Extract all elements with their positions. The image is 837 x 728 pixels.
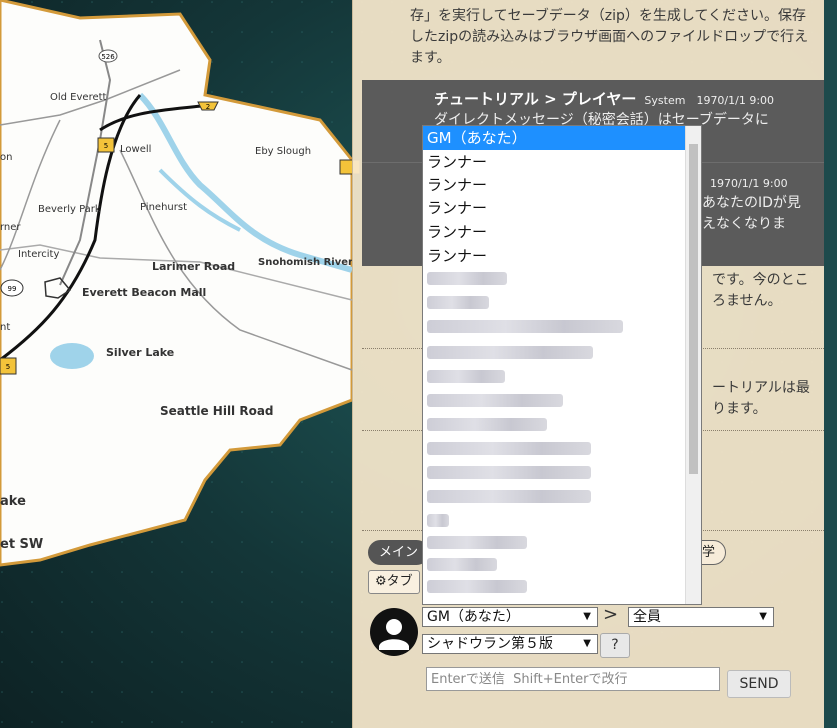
chevron-down-icon: ▼ bbox=[759, 611, 767, 622]
game-system-select[interactable]: シャドウラン第５版 ▼ bbox=[422, 634, 598, 654]
map-label: Intercity bbox=[18, 249, 59, 260]
chevron-down-icon: ▼ bbox=[583, 611, 591, 622]
game-system-select-value: シャドウラン第５版 bbox=[427, 636, 553, 652]
map-label: Eby Slough bbox=[255, 146, 311, 157]
message-time: 1970/1/1 9:00 bbox=[710, 177, 788, 190]
route-shield: 99 bbox=[8, 285, 17, 293]
map-label: Pinehurst bbox=[140, 202, 187, 213]
map-label: rner bbox=[0, 222, 21, 233]
chat-input[interactable] bbox=[426, 667, 720, 691]
sender-select[interactable]: GM（あなた） ▼ bbox=[422, 607, 598, 627]
tab-settings-label: タブ bbox=[386, 574, 413, 589]
redacted-option[interactable] bbox=[427, 466, 591, 479]
gear-icon: ⚙ bbox=[375, 574, 387, 589]
message-meta: 1970/1/1 9:00 bbox=[702, 173, 788, 191]
dropdown-option[interactable]: GM（あなた） bbox=[423, 126, 687, 150]
map-label: Silver Lake bbox=[106, 346, 174, 359]
redacted-option[interactable] bbox=[427, 514, 449, 527]
route-shield: 5 bbox=[6, 363, 10, 371]
redacted-option[interactable] bbox=[427, 370, 505, 383]
message-body: あなたのIDが見えなくなりま bbox=[702, 195, 801, 232]
dropdown-option[interactable]: ランナー bbox=[423, 173, 687, 197]
redacted-option[interactable] bbox=[427, 536, 527, 549]
map-label: ake bbox=[0, 494, 26, 509]
redacted-option[interactable] bbox=[427, 296, 489, 309]
chat-message: 存」を実行してセーブデータ（zip）を生成してください。保存したzipの読み込み… bbox=[410, 8, 809, 66]
avatar[interactable] bbox=[370, 608, 418, 656]
sender-select-value: GM（あなた） bbox=[427, 609, 520, 625]
message-meta: System 1970/1/1 9:00 bbox=[644, 94, 775, 107]
redacted-option[interactable] bbox=[427, 394, 563, 407]
send-button[interactable]: SEND bbox=[727, 670, 791, 698]
redacted-option[interactable] bbox=[427, 320, 623, 333]
scrollbar-thumb[interactable] bbox=[689, 144, 698, 474]
redacted-option[interactable] bbox=[427, 442, 591, 455]
board-edge bbox=[824, 0, 837, 728]
dropdown-option[interactable]: ランナー bbox=[423, 150, 687, 174]
map-label: Snohomish River bbox=[258, 257, 353, 268]
dropdown-scrollbar[interactable] bbox=[685, 126, 701, 604]
sender-dropdown-list[interactable]: GM（あなた） ランナー ランナー ランナー ランナー ランナー bbox=[422, 125, 702, 605]
map-label: nt bbox=[0, 322, 10, 333]
redacted-option[interactable] bbox=[427, 272, 507, 285]
chat-message: です。今のところません。 bbox=[712, 272, 809, 309]
redacted-option[interactable] bbox=[427, 580, 527, 593]
dropdown-option[interactable]: ランナー bbox=[423, 196, 687, 220]
tab-main[interactable]: メイン bbox=[368, 540, 430, 565]
redacted-option[interactable] bbox=[427, 490, 591, 503]
recipient-select[interactable]: 全員 ▼ bbox=[628, 607, 774, 627]
map-label: Old Everett bbox=[50, 92, 107, 103]
map-label: Everett Beacon Mall bbox=[82, 286, 206, 299]
recipient-select-value: 全員 bbox=[633, 609, 661, 625]
map-label: Larimer Road bbox=[152, 260, 235, 273]
route-shield: 526 bbox=[101, 53, 115, 61]
sender-name: チュートリアル > プレイヤー bbox=[434, 90, 637, 108]
redacted-option[interactable] bbox=[427, 346, 593, 359]
route-shield: 2 bbox=[206, 103, 210, 111]
redacted-option[interactable] bbox=[427, 558, 497, 571]
map-label: Seattle Hill Road bbox=[160, 404, 274, 418]
help-button[interactable]: ? bbox=[600, 633, 630, 658]
map-label: Beverly Park bbox=[38, 204, 101, 215]
map-label: Lowell bbox=[120, 144, 151, 155]
redacted-option[interactable] bbox=[427, 418, 547, 431]
route-shield: 5 bbox=[104, 142, 108, 150]
map-label: et SW bbox=[0, 537, 43, 552]
chat-message: ートリアルは最ります。 bbox=[712, 380, 810, 417]
map-label: on bbox=[0, 152, 12, 163]
chevron-down-icon: ▼ bbox=[583, 638, 591, 649]
tab-settings-button[interactable]: ⚙タブ bbox=[368, 570, 420, 594]
direction-arrow: > bbox=[603, 604, 619, 625]
user-icon bbox=[379, 619, 409, 650]
dropdown-option[interactable]: ランナー bbox=[423, 220, 687, 244]
dropdown-option[interactable]: ランナー bbox=[423, 244, 687, 268]
message-sender: チュートリアル > プレイヤー System 1970/1/1 9:00 bbox=[434, 88, 774, 109]
